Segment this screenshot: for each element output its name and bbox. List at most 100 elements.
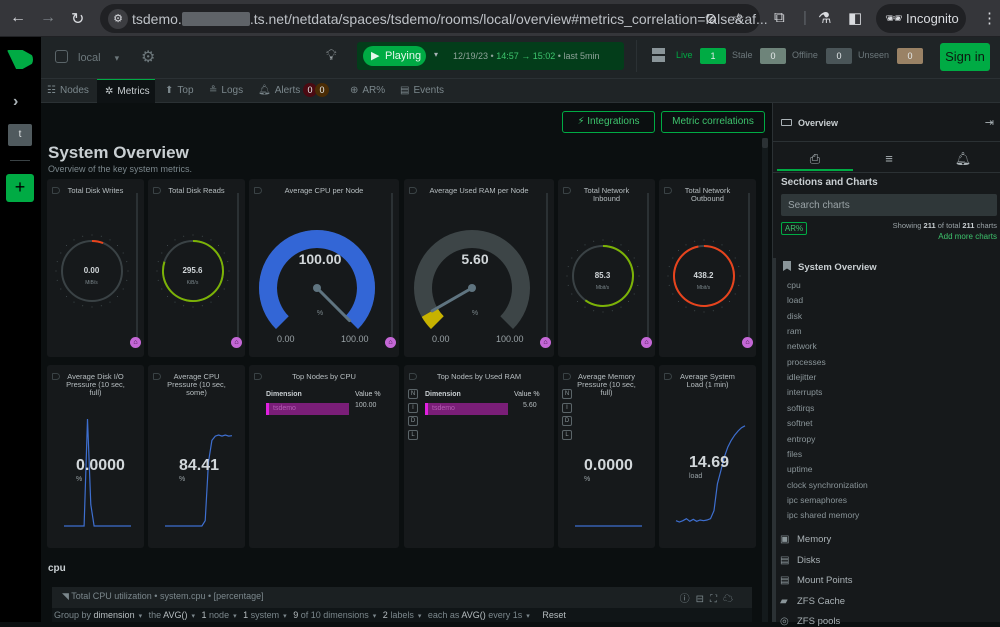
- i-button[interactable]: I: [408, 402, 418, 413]
- tab-ar[interactable]: ⊕ AR%: [350, 79, 394, 103]
- toc-group[interactable]: ▣ Memory: [780, 534, 831, 545]
- star-icon[interactable]: ☆: [732, 10, 745, 27]
- fullscreen-icon[interactable]: ⛶: [710, 594, 723, 605]
- ai-insights-icon[interactable]: ⌂: [385, 337, 396, 348]
- tab-filters[interactable]: ≡: [851, 147, 927, 171]
- tab-logs[interactable]: ≗ Logs: [209, 79, 249, 103]
- kebab-menu-icon[interactable]: ⋮: [982, 9, 997, 27]
- scrollbar[interactable]: [762, 138, 768, 622]
- reload-icon[interactable]: ↻: [71, 9, 84, 29]
- chart-card-avg-ram[interactable]: Average Used RAM per Node 5.60 % 0.00 10…: [404, 179, 554, 357]
- info-icon[interactable]: ⓘ: [680, 594, 696, 605]
- toc-group[interactable]: ▤ Disks: [780, 555, 820, 566]
- toc-item[interactable]: softirqs: [787, 403, 814, 413]
- ai-insights-icon[interactable]: ⌂: [231, 337, 242, 348]
- room-selector[interactable]: local ▾: [55, 50, 119, 64]
- chart-card-cpu-pressure[interactable]: Average CPU Pressure (10 sec, some) 84.4…: [148, 365, 245, 548]
- time-aggregation-dropdown[interactable]: AVG(): [461, 610, 485, 620]
- eye-off-icon[interactable]: ⊘: [705, 10, 717, 27]
- metric-correlations-button[interactable]: Metric correlations: [661, 111, 765, 133]
- netdata-logo[interactable]: [7, 50, 33, 69]
- pin-icon[interactable]: ◥: [62, 591, 69, 601]
- sign-in-button[interactable]: Sign in: [940, 43, 990, 71]
- toc-item[interactable]: ram: [787, 326, 802, 336]
- ai-insights-icon[interactable]: ⌂: [742, 337, 753, 348]
- lightbulb-icon[interactable]: 💡︎: [326, 47, 337, 64]
- ai-insights-icon[interactable]: ⌂: [130, 337, 141, 348]
- expand-chevron-icon[interactable]: ›: [13, 93, 18, 111]
- incognito-indicator[interactable]: 🕶︎ Incognito: [876, 4, 966, 33]
- labels-dropdown[interactable]: labels: [390, 610, 414, 620]
- tab-alerts[interactable]: 🔔︎ Alerts 00: [258, 79, 338, 103]
- toc-item[interactable]: idlejitter: [787, 372, 816, 382]
- add-more-charts-link[interactable]: Add more charts: [938, 232, 997, 241]
- toc-group[interactable]: ▰ ZFS Cache: [780, 596, 845, 607]
- systems-dropdown[interactable]: system: [251, 610, 280, 620]
- nodes-dropdown[interactable]: node: [209, 610, 229, 620]
- extensions-icon[interactable]: ⧉: [774, 9, 785, 26]
- d-button[interactable]: D: [408, 416, 418, 426]
- chart-card-net-inbound[interactable]: Total Network Inbound 85.3 Mbit/s ⌂: [558, 179, 655, 357]
- gear-icon[interactable]: ⚙: [141, 47, 155, 67]
- chart-card-avg-cpu[interactable]: Average CPU per Node 100.00 % 0.00 100.0…: [249, 179, 399, 357]
- site-info-icon[interactable]: ⚙: [108, 9, 128, 29]
- search-charts-input[interactable]: [781, 194, 997, 216]
- sidepanel-icon[interactable]: ◧: [848, 9, 862, 27]
- aggregation-dropdown[interactable]: AVG(): [163, 610, 187, 620]
- chart-card-disk-writes[interactable]: Total Disk Writes 0.00 MiB/s ⌂: [47, 179, 144, 357]
- status-badge-stale[interactable]: 0: [760, 48, 786, 64]
- chart-card-disk-io-pressure[interactable]: Average Disk I/O Pressure (10 sec, full)…: [47, 365, 144, 548]
- toc-item[interactable]: cpu: [787, 280, 801, 290]
- toc-section-system-overview[interactable]: System Overview: [783, 261, 877, 273]
- status-badge-live[interactable]: 1: [700, 48, 726, 64]
- group-by-dropdown[interactable]: dimension: [94, 610, 135, 620]
- labs-icon[interactable]: ⚗: [818, 9, 831, 27]
- toc-item[interactable]: entropy: [787, 434, 815, 444]
- status-badge-unseen[interactable]: 0: [897, 48, 923, 64]
- back-icon[interactable]: ←: [10, 9, 26, 27]
- dashboard-icon[interactable]: ⊟: [696, 594, 710, 605]
- integrations-button[interactable]: ⚡︎ Integrations: [562, 111, 655, 133]
- ar-toggle-button[interactable]: AR%: [781, 222, 807, 235]
- l-button[interactable]: L: [408, 429, 418, 440]
- chart-card-top-nodes-ram[interactable]: Top Nodes by Used RAM N I D L Dimension …: [404, 365, 554, 548]
- chart-card-top-nodes-cpu[interactable]: Top Nodes by CPU Dimension Value % tsdem…: [249, 365, 399, 548]
- chart-card-net-outbound[interactable]: Total Network Outbound 438.2 Mbit/s ⌂: [659, 179, 756, 357]
- chart-card-system-load[interactable]: Average System Load (1 min) 14.69 load: [659, 365, 756, 548]
- forward-icon[interactable]: →: [40, 9, 56, 27]
- play-button[interactable]: ▶ Playing: [363, 46, 426, 66]
- status-badge-offline[interactable]: 0: [826, 48, 852, 64]
- toc-item[interactable]: interrupts: [787, 387, 822, 397]
- table-row-node[interactable]: tsdemo: [266, 403, 349, 415]
- collapse-panel-icon[interactable]: ⇥: [985, 116, 994, 129]
- toc-item[interactable]: files: [787, 449, 802, 459]
- reset-button[interactable]: Reset: [542, 610, 566, 620]
- toc-group[interactable]: ▤ Mount Points: [780, 575, 852, 586]
- ai-insights-icon[interactable]: ⌂: [641, 337, 652, 348]
- toc-item[interactable]: load: [787, 295, 803, 305]
- toc-item[interactable]: clock synchronization: [787, 480, 868, 490]
- toc-item[interactable]: softnet: [787, 418, 813, 428]
- space-avatar[interactable]: t: [8, 124, 32, 146]
- toc-item[interactable]: disk: [787, 311, 802, 321]
- tab-events[interactable]: ▤ Events: [400, 79, 450, 103]
- ai-insights-icon[interactable]: ⌂: [540, 337, 551, 348]
- tab-alerts-panel[interactable]: 🔔︎: [925, 147, 1000, 171]
- tab-metrics[interactable]: ✲ Metrics: [97, 79, 155, 103]
- chart-total-cpu[interactable]: ◥ Total CPU utilization • system.cpu • […: [52, 587, 752, 622]
- chevron-down-icon[interactable]: ▾: [434, 50, 438, 59]
- chart-card-memory-pressure[interactable]: Average Memory Pressure (10 sec, full) N…: [558, 365, 655, 548]
- toc-item[interactable]: processes: [787, 357, 826, 367]
- tab-top[interactable]: ⬆ Top: [165, 79, 201, 103]
- dimensions-dropdown[interactable]: of 10 dimensions: [301, 610, 369, 620]
- tab-charts-toc[interactable]: ⎙: [777, 147, 853, 171]
- toc-item[interactable]: ipc semaphores: [787, 495, 847, 505]
- toc-item[interactable]: network: [787, 341, 817, 351]
- address-bar[interactable]: ⚙ tsdemo. .ts.net/netdata/spaces/tsdemo/r…: [100, 4, 768, 33]
- n-button[interactable]: N: [408, 389, 418, 399]
- chart-card-disk-reads[interactable]: Total Disk Reads 295.6 KiB/s ⌂: [148, 179, 245, 357]
- tab-nodes[interactable]: ☷ Nodes: [47, 79, 97, 103]
- table-row-node[interactable]: tsdemo: [425, 403, 508, 415]
- add-space-button[interactable]: +: [6, 174, 34, 202]
- toc-item[interactable]: ipc shared memory: [787, 510, 859, 520]
